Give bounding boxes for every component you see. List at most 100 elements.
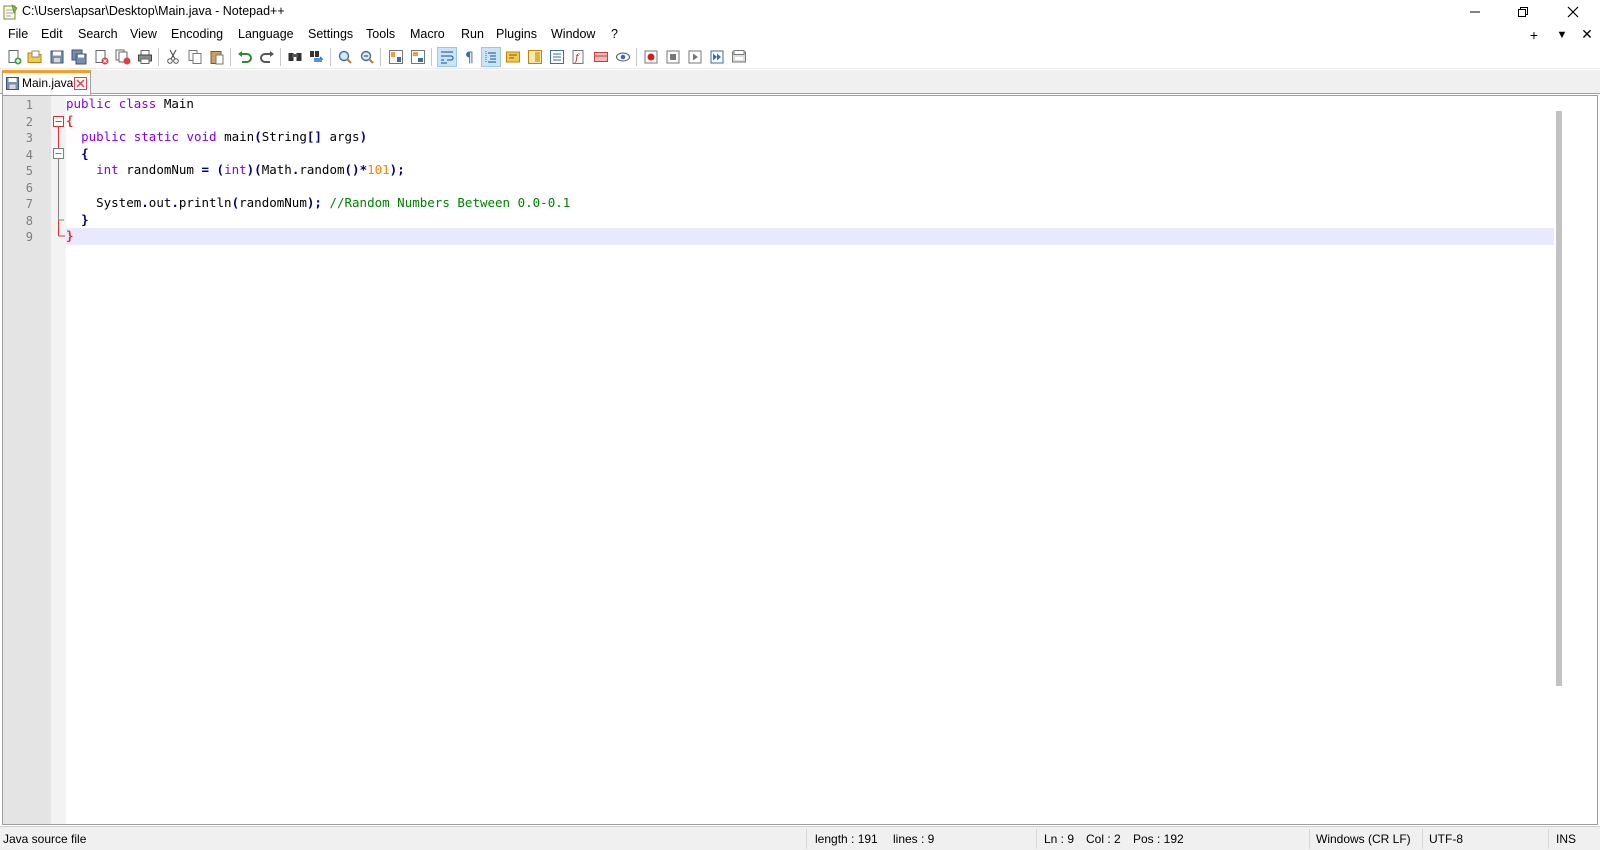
menu-settings[interactable]: Settings (308, 27, 353, 41)
toolbar-separator (380, 48, 381, 66)
macro-save-icon[interactable] (729, 47, 749, 67)
doc-lines: lines : 9 (893, 832, 935, 846)
sync-vertical-icon[interactable] (386, 47, 406, 67)
menu-encoding[interactable]: Encoding (171, 27, 223, 41)
status-separator (1548, 829, 1549, 849)
line-number: 8 (25, 213, 33, 228)
word-wrap-icon[interactable] (437, 47, 457, 67)
status-separator (806, 829, 807, 849)
status-separator (1036, 829, 1037, 849)
line-number: 1 (25, 98, 33, 112)
code-area[interactable]: public class Main { public static void m… (66, 96, 1554, 824)
zoom-out-icon[interactable] (357, 47, 377, 67)
indent-guide-icon[interactable] (481, 47, 501, 67)
print-icon[interactable] (135, 47, 155, 67)
toolbar-separator (636, 48, 637, 66)
toolbar: ¶ f (0, 45, 1600, 69)
eol-format[interactable]: Windows (CR LF) (1316, 832, 1411, 846)
folder-workspace-icon[interactable]: f (569, 47, 589, 67)
new-tab-plus-icon[interactable]: + (1525, 25, 1543, 44)
menu-file[interactable]: File (8, 27, 28, 41)
menu-window[interactable]: Window (551, 27, 595, 41)
cut-icon[interactable] (163, 47, 183, 67)
file-type: Java source file (3, 832, 87, 846)
code-line: } (81, 211, 89, 227)
line-number: 3 (25, 131, 33, 145)
menu-tools[interactable]: Tools (366, 27, 395, 41)
fold-box-minus-icon[interactable] (53, 116, 64, 127)
doc-length: length : 191 (815, 832, 878, 846)
line-number: 9 (25, 230, 33, 244)
save-all-icon[interactable] (69, 47, 89, 67)
code-line: int randomNum = (int)(Math.random()*101)… (96, 162, 405, 177)
svg-text:¶: ¶ (465, 50, 474, 65)
open-file-icon[interactable] (25, 47, 45, 67)
zoom-in-icon[interactable] (335, 47, 355, 67)
caret-col: Col : 2 (1086, 832, 1121, 846)
code-line: public static void main(String[] args) (81, 129, 368, 144)
udl-icon[interactable] (503, 47, 523, 67)
line-number: 7 (25, 197, 33, 211)
menu-view[interactable]: View (130, 27, 157, 41)
restore-icon (1518, 7, 1528, 17)
tab-main-java[interactable]: Main.java (2, 70, 91, 95)
insert-mode[interactable]: INS (1556, 832, 1576, 846)
menu-help[interactable]: ? (611, 27, 618, 41)
paste-icon[interactable] (207, 47, 227, 67)
notepad-plus-plus-icon (3, 4, 18, 20)
new-file-icon[interactable] (4, 47, 24, 67)
tab-close-icon[interactable] (74, 77, 87, 90)
show-all-chars-icon[interactable]: ¶ (459, 47, 479, 67)
close-all-icon[interactable] (113, 47, 133, 67)
redo-icon[interactable] (257, 47, 277, 67)
status-separator (1422, 829, 1423, 849)
toolbar-separator (330, 48, 331, 66)
undo-icon[interactable] (235, 47, 255, 67)
menu-search[interactable]: Search (78, 27, 118, 41)
code-line: { (81, 145, 89, 161)
copy-icon[interactable] (185, 47, 205, 67)
doc-map-icon[interactable] (525, 47, 545, 67)
replace-icon[interactable] (307, 47, 327, 67)
find-icon[interactable] (285, 47, 305, 67)
code-line: { (66, 112, 74, 128)
close-window-button[interactable] (1550, 0, 1596, 24)
tab-bar: Main.java (0, 70, 1600, 95)
toolbar-separator (280, 48, 281, 66)
close-tab-x-icon[interactable]: ✕ (1578, 25, 1596, 44)
window-title: C:\Users\apsar\Desktop\Main.java - Notep… (22, 4, 285, 18)
menu-run[interactable]: Run (461, 27, 484, 41)
menu-macro[interactable]: Macro (410, 27, 445, 41)
minimize-button[interactable] (1452, 0, 1498, 24)
sync-horizontal-icon[interactable] (408, 47, 428, 67)
macro-record-icon[interactable] (641, 47, 661, 67)
fold-box-minus-icon[interactable] (53, 148, 64, 159)
macro-run-multiple-icon[interactable] (707, 47, 727, 67)
line-number-gutter: 1 2 3 4 5 6 7 8 9 (3, 96, 51, 824)
macro-stop-icon[interactable] (663, 47, 683, 67)
close-icon[interactable] (91, 47, 111, 67)
status-separator (1309, 829, 1310, 849)
minimize-icon (1470, 11, 1480, 13)
caret-line: Ln : 9 (1044, 832, 1075, 846)
toolbar-separator (230, 48, 231, 66)
function-list-icon[interactable] (547, 47, 567, 67)
tab-list-dropdown-icon[interactable]: ▼ (1553, 25, 1571, 44)
eye-icon[interactable] (613, 47, 633, 67)
encoding[interactable]: UTF-8 (1429, 832, 1463, 846)
line-number: 5 (25, 164, 33, 178)
close-icon (1567, 6, 1579, 18)
save-icon[interactable] (47, 47, 67, 67)
saved-file-icon (6, 77, 19, 90)
macro-play-icon[interactable] (685, 47, 705, 67)
menu-bar: File Edit Search View Encoding Language … (0, 25, 1600, 44)
editor-pane[interactable]: 1 2 3 4 5 6 7 8 9 public class Main { pu… (2, 95, 1598, 825)
tab-label: Main.java (22, 76, 74, 90)
scrollbar-thumb[interactable] (1556, 111, 1562, 686)
restore-button[interactable] (1500, 0, 1546, 24)
menu-edit[interactable]: Edit (41, 27, 63, 41)
menu-plugins[interactable]: Plugins (496, 27, 537, 41)
monitoring-icon[interactable] (591, 47, 611, 67)
menu-language[interactable]: Language (238, 27, 294, 41)
toolbar-separator (158, 48, 159, 66)
